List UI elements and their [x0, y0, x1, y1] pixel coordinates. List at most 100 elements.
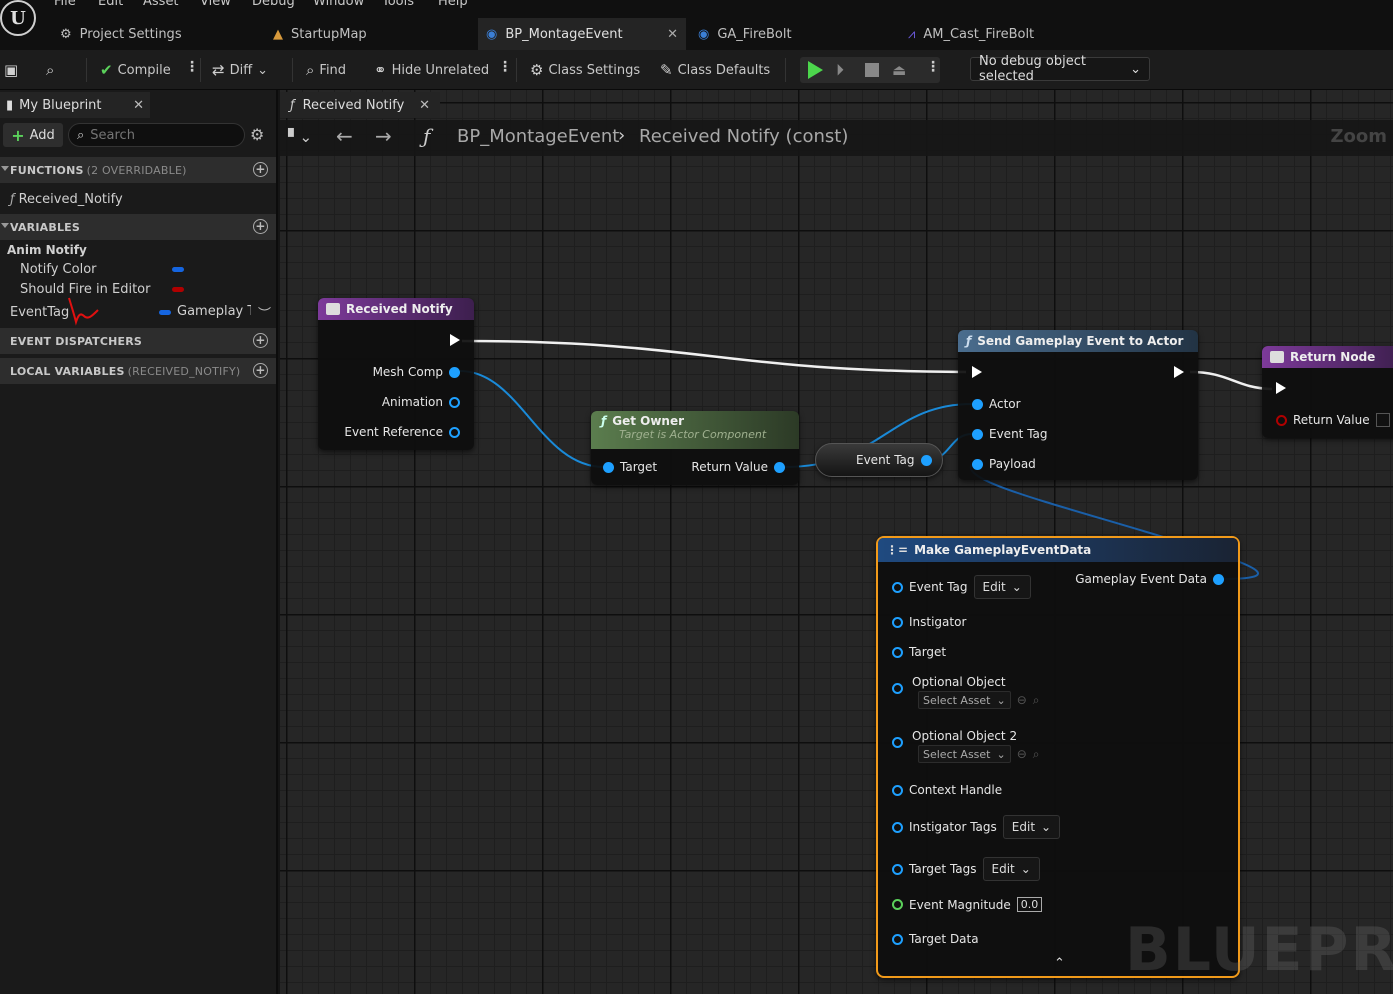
menu-window[interactable]: Window	[313, 0, 364, 9]
more-options-icon[interactable]: ⋮	[498, 59, 512, 75]
menu-help[interactable]: Help	[438, 0, 468, 9]
play-options-icon[interactable]: ⋮	[926, 59, 940, 75]
save-button[interactable]: ▣	[4, 58, 18, 82]
pin-return-value[interactable]: Return Value	[1276, 413, 1390, 427]
menu-debug[interactable]: Debug	[252, 0, 295, 9]
browse-icon[interactable]: ⌕	[1033, 747, 1040, 762]
exec-out-pin[interactable]	[450, 334, 460, 346]
use-selected-icon[interactable]: ⊖	[1017, 747, 1027, 761]
edit-label: Edit	[1011, 820, 1036, 834]
get-owner-node[interactable]: ƒ Get Owner Target is Actor Component Ta…	[591, 411, 799, 485]
menu-asset[interactable]: Asset	[143, 0, 179, 9]
browse-icon[interactable]: ⌕	[1033, 693, 1040, 708]
return-value-checkbox[interactable]	[1375, 413, 1390, 427]
menu-tools[interactable]: Tools	[382, 0, 414, 9]
eject-button[interactable]: ⏏	[892, 57, 906, 83]
select-asset-dropdown[interactable]: Select Asset ⌄	[918, 691, 1011, 709]
pin-actor[interactable]: Actor	[972, 397, 1021, 411]
pin-target[interactable]: Target	[603, 460, 657, 474]
event-tag-getter-node[interactable]: Event Tag	[815, 443, 943, 477]
pin-optional-object[interactable]	[892, 683, 903, 694]
variable-item-should-fire-in-editor[interactable]: Should Fire in Editor	[0, 279, 276, 299]
close-icon[interactable]: ✕	[133, 98, 144, 113]
pin-event-magnitude[interactable]: Event Magnitude 0.0	[892, 897, 1043, 912]
back-arrow-icon[interactable]: ←	[336, 124, 353, 148]
pin-event-tag-out[interactable]: Event Tag	[856, 453, 932, 467]
send-gameplay-event-node[interactable]: ƒ Send Gameplay Event to Actor Actor Eve…	[958, 330, 1198, 480]
diff-button[interactable]: ⇄ Diff ⌄	[212, 58, 268, 82]
close-icon[interactable]: ✕	[419, 98, 430, 113]
tab-received-notify[interactable]: ƒ Received Notify ✕	[280, 92, 440, 118]
variable-item-notify-color[interactable]: Notify Color	[0, 259, 276, 279]
add-button[interactable]: + Add	[3, 123, 63, 147]
tab-project-settings[interactable]: ⚙ Project Settings	[52, 18, 262, 50]
debug-object-dropdown[interactable]: No debug object selected ⌄	[970, 54, 1150, 84]
pin-gameplay-event-data[interactable]: Gameplay Event Data	[1075, 572, 1224, 586]
step-button[interactable]: ⏵	[836, 57, 844, 83]
tab-bp-montageevent[interactable]: ◉ BP_MontageEvent ✕	[478, 18, 686, 50]
class-settings-button[interactable]: ⚙ Class Settings	[530, 58, 640, 82]
exec-in-pin[interactable]	[972, 366, 982, 378]
close-icon[interactable]: ✕	[667, 27, 678, 42]
select-asset-dropdown[interactable]: Select Asset ⌄	[918, 745, 1011, 763]
search-input[interactable]	[90, 127, 221, 143]
function-item-received-notify[interactable]: ƒ Received_Notify	[0, 189, 276, 209]
add-dispatcher-icon[interactable]: +	[253, 333, 268, 348]
menu-edit[interactable]: Edit	[98, 0, 123, 9]
use-selected-icon[interactable]: ⊖	[1017, 693, 1027, 707]
stop-button[interactable]	[865, 57, 879, 83]
functions-section-header[interactable]: FUNCTIONS (2 OVERRIDABLE) +	[0, 157, 276, 183]
unreal-logo-icon[interactable]: U	[0, 0, 36, 36]
hide-unrelated-button[interactable]: ⚭ Hide Unrelated	[374, 58, 489, 82]
bookmark-icon[interactable]: ▘⌄	[288, 128, 312, 146]
exec-in-pin[interactable]	[1276, 382, 1286, 394]
pin-mesh-comp[interactable]: Mesh Comp	[373, 365, 460, 379]
collapse-pins-icon[interactable]: ⌃	[1054, 956, 1065, 971]
menu-file[interactable]: File	[54, 0, 76, 9]
pin-return-value[interactable]: Return Value	[691, 460, 785, 474]
play-button[interactable]	[808, 57, 823, 83]
make-gameplay-event-data-node[interactable]: ⋮= Make GameplayEventData Gameplay Event…	[876, 536, 1240, 978]
category-anim-notify[interactable]: Anim Notify	[0, 240, 276, 260]
tab-ga-firebolt[interactable]: ◉ GA_FireBolt	[690, 18, 890, 50]
pin-animation[interactable]: Animation	[382, 395, 460, 409]
pin-target-data[interactable]: Target Data	[892, 932, 979, 946]
class-defaults-button[interactable]: ✎ Class Defaults	[660, 58, 770, 82]
compile-button[interactable]: ✔ Compile	[100, 58, 171, 82]
edit-dropdown[interactable]: Edit ⌄	[982, 857, 1040, 881]
local-variables-section-header[interactable]: LOCAL VARIABLES (RECEIVED_NOTIFY) +	[0, 358, 276, 384]
received-notify-node[interactable]: Received Notify Mesh Comp Animation Even…	[318, 298, 474, 450]
pin-instigator[interactable]: Instigator	[892, 615, 966, 629]
exec-out-pin[interactable]	[1174, 366, 1184, 378]
pin-event-tag[interactable]: Event Tag	[972, 427, 1048, 441]
gear-icon[interactable]: ⚙	[250, 125, 264, 144]
pin-event-tag[interactable]: Event Tag Edit ⌄	[892, 575, 1031, 599]
pin-target-tags[interactable]: Target Tags Edit ⌄	[892, 857, 1040, 881]
compile-options-icon[interactable]: ⋮	[185, 59, 199, 75]
tab-my-blueprint[interactable]: ▮ My Blueprint ✕	[0, 92, 150, 118]
edit-dropdown[interactable]: Edit ⌄	[1002, 815, 1061, 839]
forward-arrow-icon[interactable]: →	[375, 124, 392, 148]
return-node[interactable]: Return Node Return Value	[1262, 346, 1393, 438]
menu-view[interactable]: View	[200, 0, 231, 9]
find-button[interactable]: ⌕ Find	[306, 58, 346, 82]
variables-section-header[interactable]: VARIABLES +	[0, 214, 276, 240]
pin-target[interactable]: Target	[892, 645, 946, 659]
browse-button[interactable]: ⌕	[46, 58, 54, 82]
magnitude-input[interactable]: 0.0	[1016, 897, 1043, 912]
edit-dropdown[interactable]: Edit ⌄	[973, 575, 1031, 599]
pin-optional-object-2[interactable]	[892, 737, 903, 748]
add-function-icon[interactable]: +	[253, 162, 268, 177]
event-dispatchers-section-header[interactable]: EVENT DISPATCHERS +	[0, 328, 276, 354]
pin-payload[interactable]: Payload	[972, 457, 1036, 471]
pin-context-handle[interactable]: Context Handle	[892, 783, 1002, 797]
pin-event-reference[interactable]: Event Reference	[344, 425, 460, 439]
pin-icon	[892, 784, 903, 796]
add-variable-icon[interactable]: +	[253, 219, 268, 234]
add-local-variable-icon[interactable]: +	[253, 363, 268, 378]
pin-instigator-tags[interactable]: Instigator Tags Edit ⌄	[892, 815, 1061, 839]
tab-startupmap[interactable]: ▲ StartupMap	[265, 18, 475, 50]
tab-am-cast-firebolt[interactable]: ⩘ AM_Cast_FireBolt	[900, 18, 1100, 50]
variable-item-eventtag[interactable]: EventTag Gameplay Ta ︶	[0, 297, 276, 326]
breadcrumb-root[interactable]: BP_MontageEvent	[457, 126, 619, 147]
